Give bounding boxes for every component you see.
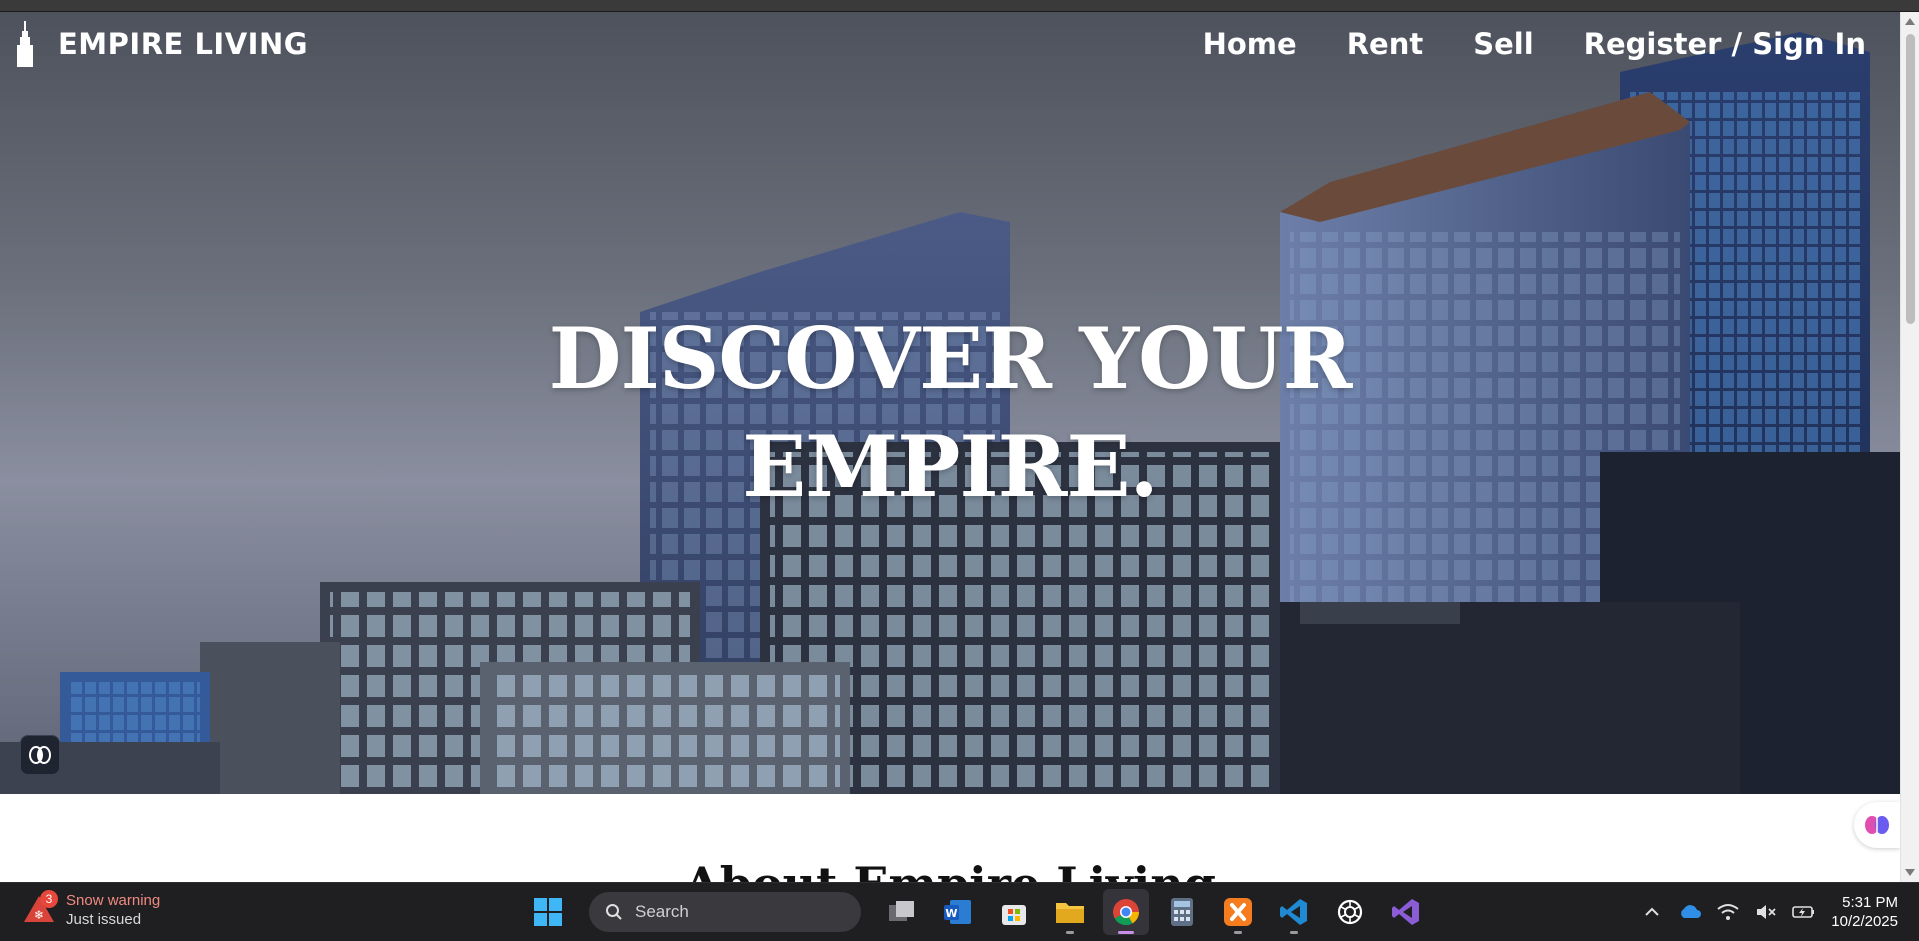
weather-text: Snow warning Just issued [66, 891, 160, 929]
hero-headline-line-1: DISCOVER YOUR [548, 309, 1353, 408]
about-section-title: About Empire Living [0, 857, 1900, 882]
hero-headline-line-2: EMPIRE. [742, 417, 1159, 516]
taskbar-app-file-explorer[interactable] [1047, 889, 1093, 935]
empire-state-building-icon [17, 21, 33, 67]
wifi-icon[interactable] [1716, 900, 1740, 924]
scroll-up-arrow-icon[interactable] [1905, 18, 1915, 25]
svg-text:❄: ❄ [34, 908, 44, 922]
weather-subtitle: Just issued [66, 911, 142, 928]
taskbar-apps: Search W [525, 889, 1429, 935]
top-navbar: EMPIRE LIVING Home Rent Sell Register / … [0, 12, 1900, 76]
taskbar-app-xampp[interactable] [1215, 889, 1261, 935]
chrome-icon [1113, 899, 1140, 926]
hero-section: EMPIRE LIVING Home Rent Sell Register / … [0, 12, 1900, 794]
browser-viewport: EMPIRE LIVING Home Rent Sell Register / … [0, 12, 1900, 882]
taskbar-app-chatgpt[interactable] [1327, 889, 1373, 935]
ai-assistant-button[interactable] [20, 735, 60, 775]
page-scrollbar[interactable] [1900, 12, 1919, 882]
scrollbar-thumb[interactable] [1906, 34, 1915, 324]
brain-icon [29, 746, 51, 764]
ai-extension-tab[interactable] [1854, 802, 1900, 848]
active-indicator [1118, 931, 1134, 934]
xampp-icon [1224, 898, 1252, 926]
chatgpt-icon [1337, 899, 1363, 925]
scroll-down-arrow-icon[interactable] [1905, 869, 1915, 876]
vscode-icon [1280, 899, 1307, 925]
clock-date: 10/2/2025 [1831, 913, 1898, 930]
taskbar-app-store[interactable] [991, 889, 1037, 935]
running-indicator [1066, 931, 1074, 934]
system-tray [1640, 889, 1816, 935]
taskbar-app-chrome[interactable] [1103, 889, 1149, 935]
windows-taskbar: ❄ 3 Snow warning Just issued Search W 5:… [0, 882, 1919, 941]
taskbar-app-vscode[interactable] [1271, 889, 1317, 935]
visual-studio-icon [1392, 899, 1419, 925]
nav-links: Home Rent Sell Register / Sign In [1203, 27, 1866, 61]
weather-alert-badge: 3 [40, 890, 58, 908]
onedrive-cloud-icon[interactable] [1678, 900, 1702, 924]
nav-link-sell[interactable]: Sell [1473, 27, 1533, 61]
show-hidden-icons-chevron-up-icon[interactable] [1640, 900, 1664, 924]
running-indicator [1290, 931, 1298, 934]
nav-link-register-sign-in[interactable]: Register / Sign In [1584, 27, 1866, 61]
microsoft-store-icon [1002, 905, 1026, 925]
volume-muted-icon[interactable] [1754, 900, 1778, 924]
svg-text:W: W [945, 907, 957, 920]
start-button[interactable] [525, 889, 571, 935]
running-indicator [1234, 931, 1242, 934]
clock-time: 5:31 PM [1842, 894, 1898, 911]
search-icon [606, 904, 622, 920]
snow-warning-icon: ❄ 3 [22, 890, 58, 928]
hero-headline: DISCOVER YOUR EMPIRE. [0, 305, 1900, 521]
taskbar-clock[interactable]: 5:31 PM 10/2/2025 [1820, 893, 1898, 931]
search-placeholder: Search [635, 902, 689, 921]
folder-icon [1056, 903, 1084, 923]
nav-link-home[interactable]: Home [1203, 27, 1297, 61]
weather-title: Snow warning [66, 892, 161, 909]
brain-icon [1865, 816, 1889, 834]
windows-logo-icon [534, 898, 562, 926]
taskbar-app-visual-studio[interactable] [1383, 889, 1429, 935]
nav-link-rent[interactable]: Rent [1347, 27, 1424, 61]
weather-widget[interactable]: ❄ 3 Snow warning Just issued [22, 890, 160, 929]
brand-name: EMPIRE LIVING [58, 27, 309, 61]
brand[interactable]: EMPIRE LIVING [12, 21, 308, 67]
browser-top-strip [0, 0, 1919, 12]
taskbar-app-calculator[interactable] [1159, 889, 1205, 935]
battery-charging-icon[interactable] [1792, 900, 1816, 924]
task-view-button[interactable] [879, 889, 925, 935]
calculator-icon [1171, 898, 1193, 926]
taskbar-app-word[interactable]: W [935, 889, 981, 935]
word-icon: W [944, 900, 971, 924]
task-view-icon [889, 901, 914, 921]
taskbar-search[interactable]: Search [589, 892, 861, 932]
